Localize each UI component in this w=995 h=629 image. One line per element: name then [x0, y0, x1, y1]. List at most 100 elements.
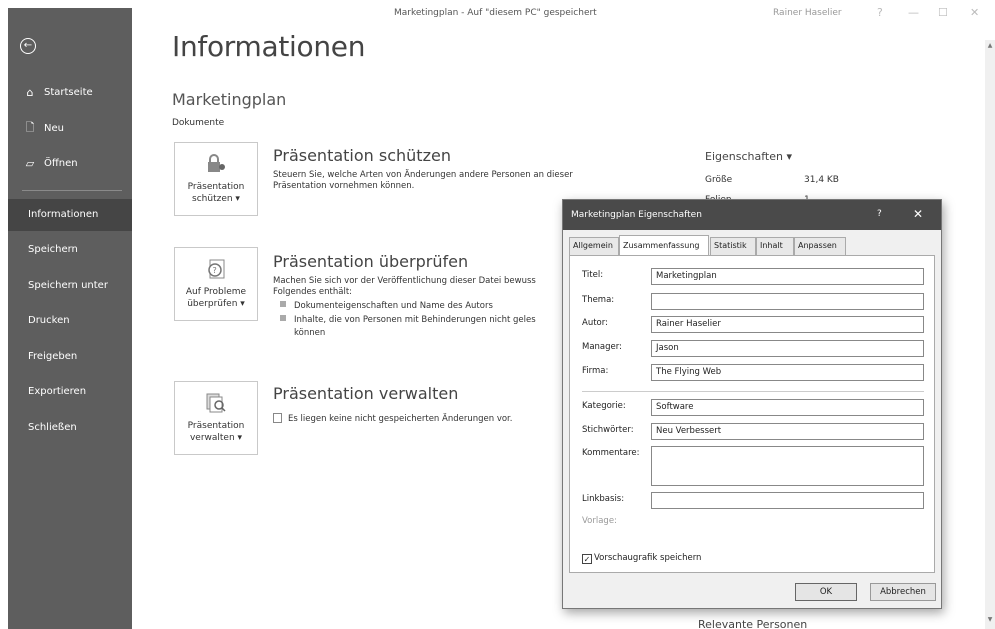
dialog-title-bar[interactable]: Marketingplan Eigenschaften ? ✕ [563, 200, 941, 230]
tile-label-line: Präsentation [187, 182, 245, 192]
checkmark-icon: ✓ [582, 554, 592, 564]
field-label: Kommentare: [582, 448, 640, 458]
properties-dialog: Marketingplan Eigenschaften ? ✕ Allgemei… [562, 199, 942, 609]
template-label: Vorlage: [582, 516, 617, 526]
document-name: Marketingplan [172, 90, 287, 109]
scroll-up-icon[interactable]: ▲ [985, 42, 995, 49]
author-field[interactable]: Rainer Haselier [651, 316, 924, 333]
close-icon[interactable]: ✕ [913, 207, 923, 221]
section-description: Machen Sie sich vor der Veröffentlichung… [273, 276, 536, 286]
related-people-heading: Relevante Personen [698, 618, 808, 629]
page-title: Informationen [172, 30, 366, 63]
tile-label-line: Präsentation [187, 421, 245, 431]
tile-label-line: überprüfen ▾ [187, 299, 245, 309]
vertical-scrollbar[interactable]: ▲ ▼ [985, 40, 995, 629]
properties-heading[interactable]: Eigenschaften ▾ [705, 150, 792, 163]
tile-label: Auf Probleme überprüfen ▾ [175, 286, 257, 310]
tab-inhalt[interactable]: Inhalt [756, 237, 794, 255]
hyperlink-base-field[interactable] [651, 492, 924, 509]
sidebar-item-schliessen[interactable]: Schließen [8, 412, 132, 444]
field-label: Firma: [582, 366, 609, 376]
sidebar-item-drucken[interactable]: Drucken [8, 305, 132, 337]
sidebar-item-speichern[interactable]: Speichern [8, 234, 132, 266]
sidebar-item-label: Speichern unter [28, 280, 108, 291]
section-description-text: Es liegen keine nicht gespeicherten Ände… [288, 414, 513, 424]
title-field[interactable]: Marketingplan [651, 268, 924, 285]
sidebar-item-label: Informationen [28, 209, 99, 220]
back-arrow-icon[interactable]: ← [20, 38, 36, 54]
ok-button[interactable]: OK [795, 583, 857, 601]
property-value: 31,4 KB [804, 175, 839, 185]
sidebar-item-label: Öffnen [44, 157, 78, 169]
sidebar-item-exportieren[interactable]: Exportieren [8, 376, 132, 408]
manager-field[interactable]: Jason [651, 340, 924, 357]
dialog-title: Marketingplan Eigenschaften [571, 210, 702, 220]
svg-text:?: ? [213, 266, 217, 275]
help-icon[interactable]: ? [877, 209, 882, 219]
sidebar-item-label: Schließen [28, 422, 77, 433]
checkbox-label: Vorschaugrafik speichern [594, 553, 702, 563]
tile-label: Präsentation verwalten ▾ [175, 420, 257, 444]
field-label: Thema: [582, 295, 615, 305]
field-label: Kategorie: [582, 401, 626, 411]
sidebar-item-label: Freigeben [28, 351, 78, 362]
tile-label-line: schützen ▾ [192, 194, 240, 204]
tab-statistik[interactable]: Statistik [710, 237, 756, 255]
section-heading: Präsentation schützen [273, 146, 451, 165]
field-label: Titel: [582, 270, 604, 280]
field-label: Manager: [582, 342, 622, 352]
bullet-marker [280, 315, 286, 321]
sidebar-item-speichern-unter[interactable]: Speichern unter [8, 270, 132, 302]
bullet-marker [280, 301, 286, 307]
section-heading: Präsentation verwalten [273, 384, 459, 403]
backstage-sidebar: ← ⌂ Startseite 🗋 Neu ▱ Öffnen Informatio… [8, 8, 132, 629]
scroll-down-icon[interactable]: ▼ [985, 616, 995, 623]
tab-zusammenfassung[interactable]: Zusammenfassung [619, 235, 709, 255]
document-location[interactable]: Dokumente [172, 118, 224, 128]
manage-presentation-button[interactable]: Präsentation verwalten ▾ [174, 381, 258, 455]
folder-open-icon: ▱ [25, 156, 35, 170]
sidebar-item-informationen[interactable]: Informationen [8, 199, 132, 231]
save-thumbnail-checkbox[interactable]: ✓ Vorschaugrafik speichern [582, 553, 701, 564]
section-heading: Präsentation überprüfen [273, 252, 469, 271]
list-item: Inhalte, die von Personen mit Behinderun… [280, 315, 536, 326]
sidebar-item-freigeben[interactable]: Freigeben [8, 341, 132, 373]
property-label: Größe [705, 175, 733, 185]
list-item: Dokumenteigenschaften und Name des Autor… [280, 301, 493, 312]
new-document-icon: 🗋 [25, 120, 35, 134]
section-description: Folgendes enthält: [273, 287, 353, 297]
cancel-button[interactable]: Abbrechen [870, 583, 936, 601]
sidebar-item-startseite[interactable]: ⌂ Startseite [8, 80, 132, 104]
field-label: Autor: [582, 318, 608, 328]
sidebar-item-label: Startseite [44, 86, 93, 98]
list-item-continuation: können [294, 328, 326, 338]
sidebar-item-oeffnen[interactable]: ▱ Öffnen [8, 151, 132, 175]
sidebar-item-neu[interactable]: 🗋 Neu [8, 116, 132, 140]
section-description: Präsentation vornehmen können. [273, 181, 415, 191]
company-field[interactable]: The Flying Web [651, 364, 924, 381]
field-label: Linkbasis: [582, 494, 625, 504]
tile-label: Präsentation schützen ▾ [175, 181, 257, 205]
sidebar-separator [22, 190, 122, 191]
field-label: Stichwörter: [582, 425, 634, 435]
manage-presentation-icon [206, 393, 226, 413]
sidebar-item-label: Speichern [28, 244, 78, 255]
summary-panel: Titel: Marketingplan Thema: Autor: Raine… [569, 255, 935, 573]
comments-field[interactable] [651, 446, 924, 486]
tab-anpassen[interactable]: Anpassen [794, 237, 846, 255]
list-item-text: Inhalte, die von Personen mit Behinderun… [294, 315, 536, 325]
document-icon [273, 413, 282, 423]
subject-field[interactable] [651, 293, 924, 310]
keywords-field[interactable]: Neu Verbessert [651, 423, 924, 440]
backstage-view: ← ⌂ Startseite 🗋 Neu ▱ Öffnen Informatio… [0, 0, 995, 629]
tile-label-line: verwalten ▾ [189, 433, 243, 443]
sidebar-item-label: Neu [44, 122, 64, 134]
check-issues-button[interactable]: ? Auf Probleme überprüfen ▾ [174, 247, 258, 321]
inspect-document-icon: ? [208, 259, 225, 279]
lock-key-icon [208, 154, 225, 172]
section-description: Es liegen keine nicht gespeicherten Ände… [273, 413, 512, 425]
protect-presentation-button[interactable]: Präsentation schützen ▾ [174, 142, 258, 216]
category-field[interactable]: Software [651, 399, 924, 416]
tab-allgemein[interactable]: Allgemein [569, 237, 619, 255]
home-icon: ⌂ [26, 85, 34, 99]
